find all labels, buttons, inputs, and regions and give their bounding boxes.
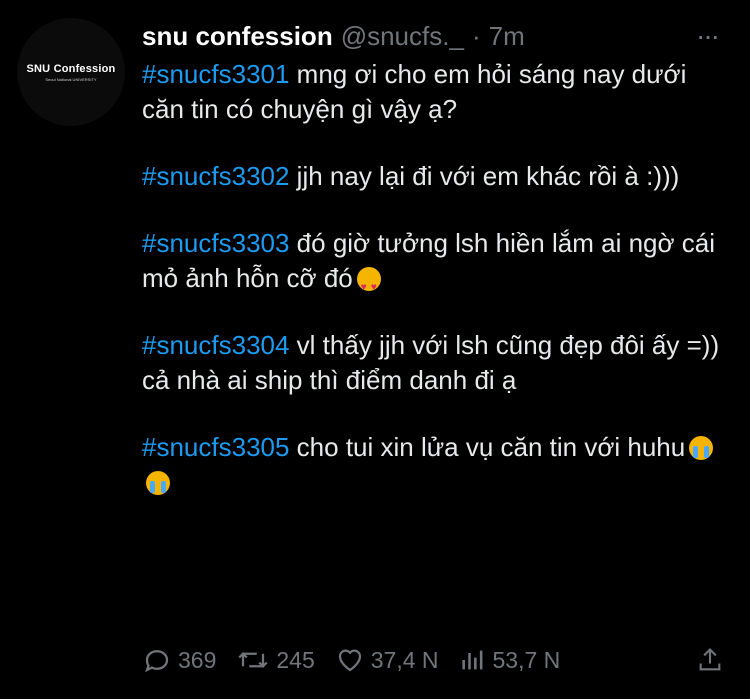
views-icon [461,650,482,670]
display-name[interactable]: snu confession [142,21,333,52]
tweet-header: snu confession @snucfs._ · 7m ··· [142,16,730,56]
avatar[interactable]: SNU Confession Seoul National UNIVERSITY [17,18,125,126]
reply-count: 369 [178,646,217,673]
post-paragraph: #snucfs3305 cho tui xin lửa vụ căn tin v… [142,430,722,500]
hashtag-link[interactable]: #snucfs3303 [142,228,289,258]
share-icon [699,648,721,671]
views-button[interactable]: 53,7 N [459,645,561,675]
handle[interactable]: @snucfs._ [341,21,464,52]
post-text: jjh nay lại đi với em khác rồi à :))) [289,161,680,191]
reply-icon [145,650,169,673]
post-paragraph: #snucfs3301 mng ơi cho em hỏi sáng nay d… [142,57,722,127]
reply-button[interactable]: 369 [142,645,216,675]
post-paragraph: #snucfs3304 vl thấy jjh với lsh cũng đẹp… [142,328,722,398]
hashtag-link[interactable]: #snucfs3304 [142,330,289,360]
retweet-button[interactable]: 245 [236,645,315,675]
crying-emoji [689,436,714,460]
more-options-icon[interactable]: ··· [692,16,722,56]
avatar-subtitle: Seoul National UNIVERSITY [45,76,97,82]
avatar-title: SNU Confession [26,62,116,75]
hashtag-link[interactable]: #snucfs3301 [142,59,289,89]
tweet-text: #snucfs3301 mng ơi cho em hỏi sáng nay d… [142,57,722,532]
post-paragraph: #snucfs3303 đó giờ tưởng lsh hiền lắm ai… [142,226,722,305]
retweet-count: 245 [276,646,315,673]
post-paragraph: #snucfs3302 jjh nay lại đi với em khác r… [142,159,722,194]
hashtag-link[interactable]: #snucfs3305 [142,432,289,462]
action-bar: 369 245 37,4 N 53,7 N [142,640,730,680]
retweet-icon [238,652,268,668]
like-count: 37,4 N [370,646,439,673]
post-text: cho tui xin lửa vụ căn tin với huhu [289,432,686,462]
crying-emoji [146,471,170,495]
timestamp[interactable]: 7m [489,21,525,52]
like-button[interactable]: 37,4 N [335,645,439,675]
heart-icon [338,649,361,672]
heart-eyes-emoji [356,267,381,305]
views-count: 53,7 N [492,646,561,673]
hashtag-link[interactable]: #snucfs3302 [142,161,289,191]
share-button[interactable] [696,645,730,675]
separator: · [471,20,481,51]
